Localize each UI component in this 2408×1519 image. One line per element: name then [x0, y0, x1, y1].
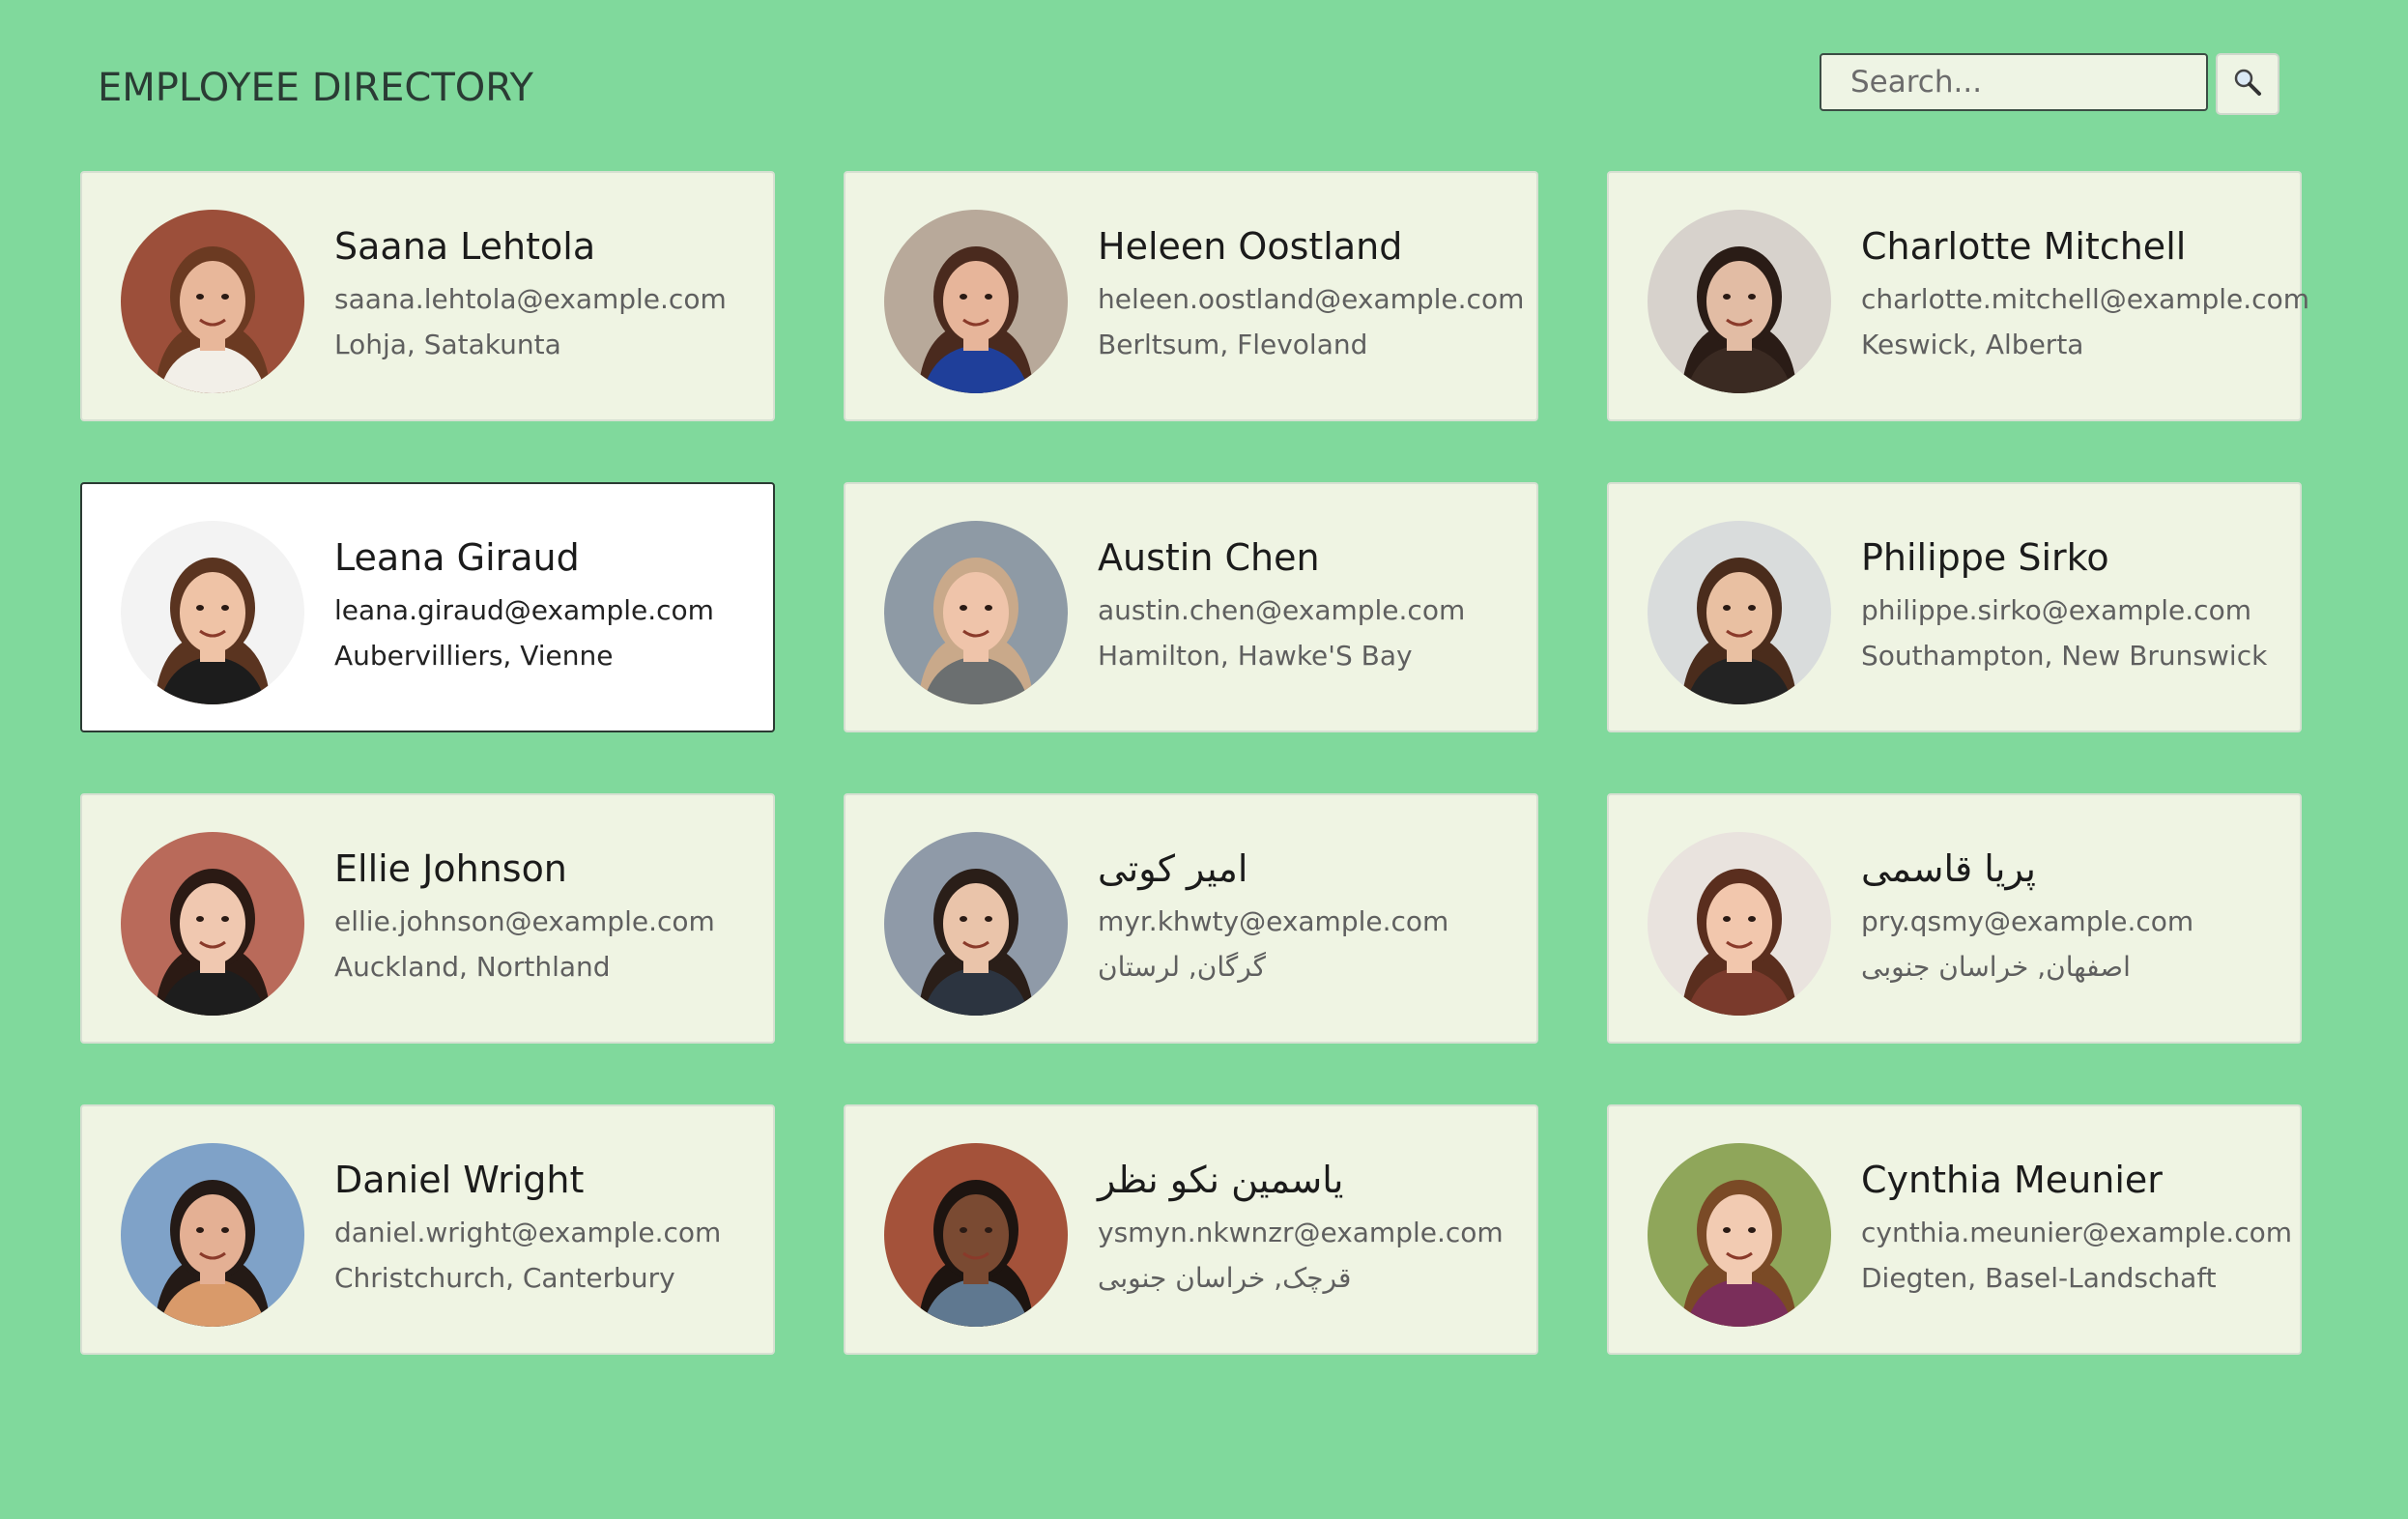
- employee-info: Cynthia Meunier cynthia.meunier@example.c…: [1861, 1159, 2292, 1294]
- employee-card[interactable]: Charlotte Mitchell charlotte.mitchell@exa…: [1607, 171, 2309, 421]
- employee-card[interactable]: Austin Chen austin.chen@example.com Hamilt…: [844, 482, 1538, 732]
- avatar: [121, 832, 304, 1016]
- employee-info: Philippe Sirko philippe.sirko@example.com…: [1861, 536, 2267, 672]
- employee-card[interactable]: Leana Giraud leana.giraud@example.com Aube…: [80, 482, 775, 732]
- employee-location: اصفهان, خراسان جنوبی: [1861, 951, 2131, 983]
- employee-info: Austin Chen austin.chen@example.com Hamilt…: [1098, 536, 1465, 672]
- employee-name: امیر کوتی: [1098, 847, 1248, 890]
- employee-card[interactable]: Heleen Oostland heleen.oostland@example.c…: [844, 171, 1538, 421]
- employee-card[interactable]: Cynthia Meunier cynthia.meunier@example.c…: [1607, 1104, 2302, 1355]
- search-button[interactable]: [2216, 53, 2279, 115]
- employee-name: Cynthia Meunier: [1861, 1159, 2163, 1201]
- employee-info: یاسمین نکو نظر ysmyn.nkwnzr@example.com قر…: [1098, 1159, 1504, 1294]
- employee-card[interactable]: امیر کوتی myr.khwty@example.com گرگان, لرس…: [844, 793, 1538, 1044]
- employee-name: Daniel Wright: [334, 1159, 585, 1201]
- employee-email: cynthia.meunier@example.com: [1861, 1217, 2293, 1248]
- employee-email: austin.chen@example.com: [1098, 594, 1466, 626]
- employee-info: Leana Giraud leana.giraud@example.com Aube…: [334, 536, 714, 672]
- avatar: [1648, 521, 1831, 704]
- employee-card[interactable]: Saana Lehtola saana.lehtola@example.com Lo…: [80, 171, 775, 421]
- employee-location: Aubervilliers, Vienne: [334, 640, 614, 672]
- employee-location: گرگان, لرستان: [1098, 951, 1266, 983]
- employee-email: ellie.johnson@example.com: [334, 905, 715, 937]
- employee-grid: Saana Lehtola saana.lehtola@example.com Lo…: [80, 171, 2309, 1355]
- employee-info: Saana Lehtola saana.lehtola@example.com Lo…: [334, 225, 727, 360]
- employee-name: Ellie Johnson: [334, 847, 567, 890]
- employee-card[interactable]: یاسمین نکو نظر ysmyn.nkwnzr@example.com قر…: [844, 1104, 1538, 1355]
- avatar: [1648, 210, 1831, 393]
- employee-email: saana.lehtola@example.com: [334, 283, 727, 315]
- employee-location: Diegten, Basel-Landschaft: [1861, 1262, 2217, 1294]
- employee-location: Lohja, Satakunta: [334, 329, 561, 360]
- search-bar: [1820, 53, 2279, 115]
- employee-info: Charlotte Mitchell charlotte.mitchell@exa…: [1861, 225, 2309, 360]
- page-title: EMPLOYEE DIRECTORY: [98, 66, 533, 110]
- employee-email: charlotte.mitchell@example.com: [1861, 283, 2309, 315]
- employee-email: philippe.sirko@example.com: [1861, 594, 2251, 626]
- search-input[interactable]: [1820, 53, 2208, 111]
- employee-card[interactable]: Ellie Johnson ellie.johnson@example.com Au…: [80, 793, 775, 1044]
- employee-card[interactable]: پریا قاسمی pry.qsmy@example.com اصفهان, خر…: [1607, 793, 2302, 1044]
- employee-info: Daniel Wright daniel.wright@example.com Ch…: [334, 1159, 721, 1294]
- employee-email: daniel.wright@example.com: [334, 1217, 722, 1248]
- employee-location: Southampton, New Brunswick: [1861, 640, 2268, 672]
- employee-info: امیر کوتی myr.khwty@example.com گرگان, لرس…: [1098, 847, 1448, 983]
- avatar: [121, 521, 304, 704]
- search-icon: [2233, 68, 2262, 100]
- employee-location: Christchurch, Canterbury: [334, 1262, 675, 1294]
- avatar: [884, 1143, 1068, 1327]
- employee-location: Berltsum, Flevoland: [1098, 329, 1368, 360]
- avatar: [1648, 1143, 1831, 1327]
- employee-name: Charlotte Mitchell: [1861, 225, 2187, 268]
- employee-email: heleen.oostland@example.com: [1098, 283, 1525, 315]
- employee-info: پریا قاسمی pry.qsmy@example.com اصفهان, خر…: [1861, 847, 2193, 983]
- avatar: [121, 1143, 304, 1327]
- avatar: [884, 521, 1068, 704]
- employee-info: Heleen Oostland heleen.oostland@example.c…: [1098, 225, 1524, 360]
- avatar: [884, 210, 1068, 393]
- employee-name: Austin Chen: [1098, 536, 1320, 579]
- employee-info: Ellie Johnson ellie.johnson@example.com Au…: [334, 847, 715, 983]
- employee-name: پریا قاسمی: [1861, 847, 2037, 890]
- employee-email: pry.qsmy@example.com: [1861, 905, 2194, 937]
- employee-email: leana.giraud@example.com: [334, 594, 714, 626]
- employee-location: Keswick, Alberta: [1861, 329, 2084, 360]
- employee-name: Heleen Oostland: [1098, 225, 1403, 268]
- avatar: [1648, 832, 1831, 1016]
- employee-card[interactable]: Daniel Wright daniel.wright@example.com Ch…: [80, 1104, 775, 1355]
- employee-name: یاسمین نکو نظر: [1098, 1159, 1344, 1201]
- avatar: [121, 210, 304, 393]
- employee-name: Philippe Sirko: [1861, 536, 2109, 579]
- employee-location: قرچک, خراسان جنوبی: [1098, 1262, 1352, 1294]
- employee-location: Hamilton, Hawke'S Bay: [1098, 640, 1413, 672]
- employee-email: myr.khwty@example.com: [1098, 905, 1449, 937]
- employee-email: ysmyn.nkwnzr@example.com: [1098, 1217, 1504, 1248]
- avatar: [884, 832, 1068, 1016]
- employee-card[interactable]: Philippe Sirko philippe.sirko@example.com…: [1607, 482, 2302, 732]
- employee-location: Auckland, Northland: [334, 951, 611, 983]
- employee-name: Leana Giraud: [334, 536, 580, 579]
- employee-name: Saana Lehtola: [334, 225, 596, 268]
